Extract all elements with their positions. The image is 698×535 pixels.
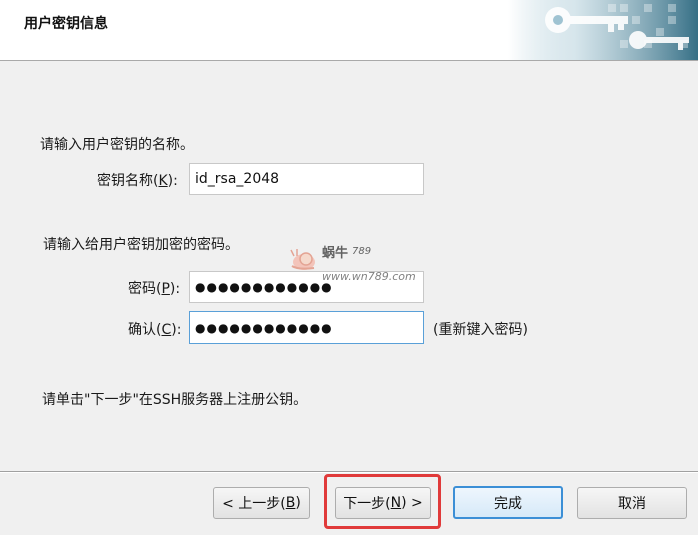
wizard-header: 用户密钥信息 xyxy=(0,0,698,61)
confirm-hint: (重新键入密码) xyxy=(433,322,528,338)
snail-logo-icon xyxy=(290,249,315,270)
footer-note: 请单击"下一步"在SSH服务器上注册公钥。 xyxy=(42,392,308,408)
confirm-password-input[interactable]: ●●●●●●●●●●●● xyxy=(189,311,424,344)
watermark-num: 789 xyxy=(352,246,372,257)
name-prompt: 请输入用户密钥的名称。 xyxy=(40,137,194,153)
cancel-button[interactable]: 取消 xyxy=(577,487,687,519)
password-label: 密码(P): xyxy=(128,281,181,297)
watermark-url: www.wn789.com xyxy=(322,270,416,283)
confirm-label: 确认(C): xyxy=(128,322,182,338)
key-banner-icon xyxy=(508,0,698,60)
watermark-brand: 蜗牛 xyxy=(322,246,349,261)
back-button[interactable]: < 上一步(B) xyxy=(213,487,310,519)
password-prompt: 请输入给用户密钥加密的密码。 xyxy=(43,237,239,253)
watermark: 蜗牛 789 www.wn789.com xyxy=(288,240,418,290)
footer-separator-highlight xyxy=(0,472,698,473)
finish-button[interactable]: 完成 xyxy=(453,486,563,519)
key-name-label: 密钥名称(K): xyxy=(97,173,178,189)
next-button-highlight xyxy=(324,474,441,529)
page-title: 用户密钥信息 xyxy=(24,16,108,32)
key-name-input[interactable]: id_rsa_2048 xyxy=(189,163,424,195)
